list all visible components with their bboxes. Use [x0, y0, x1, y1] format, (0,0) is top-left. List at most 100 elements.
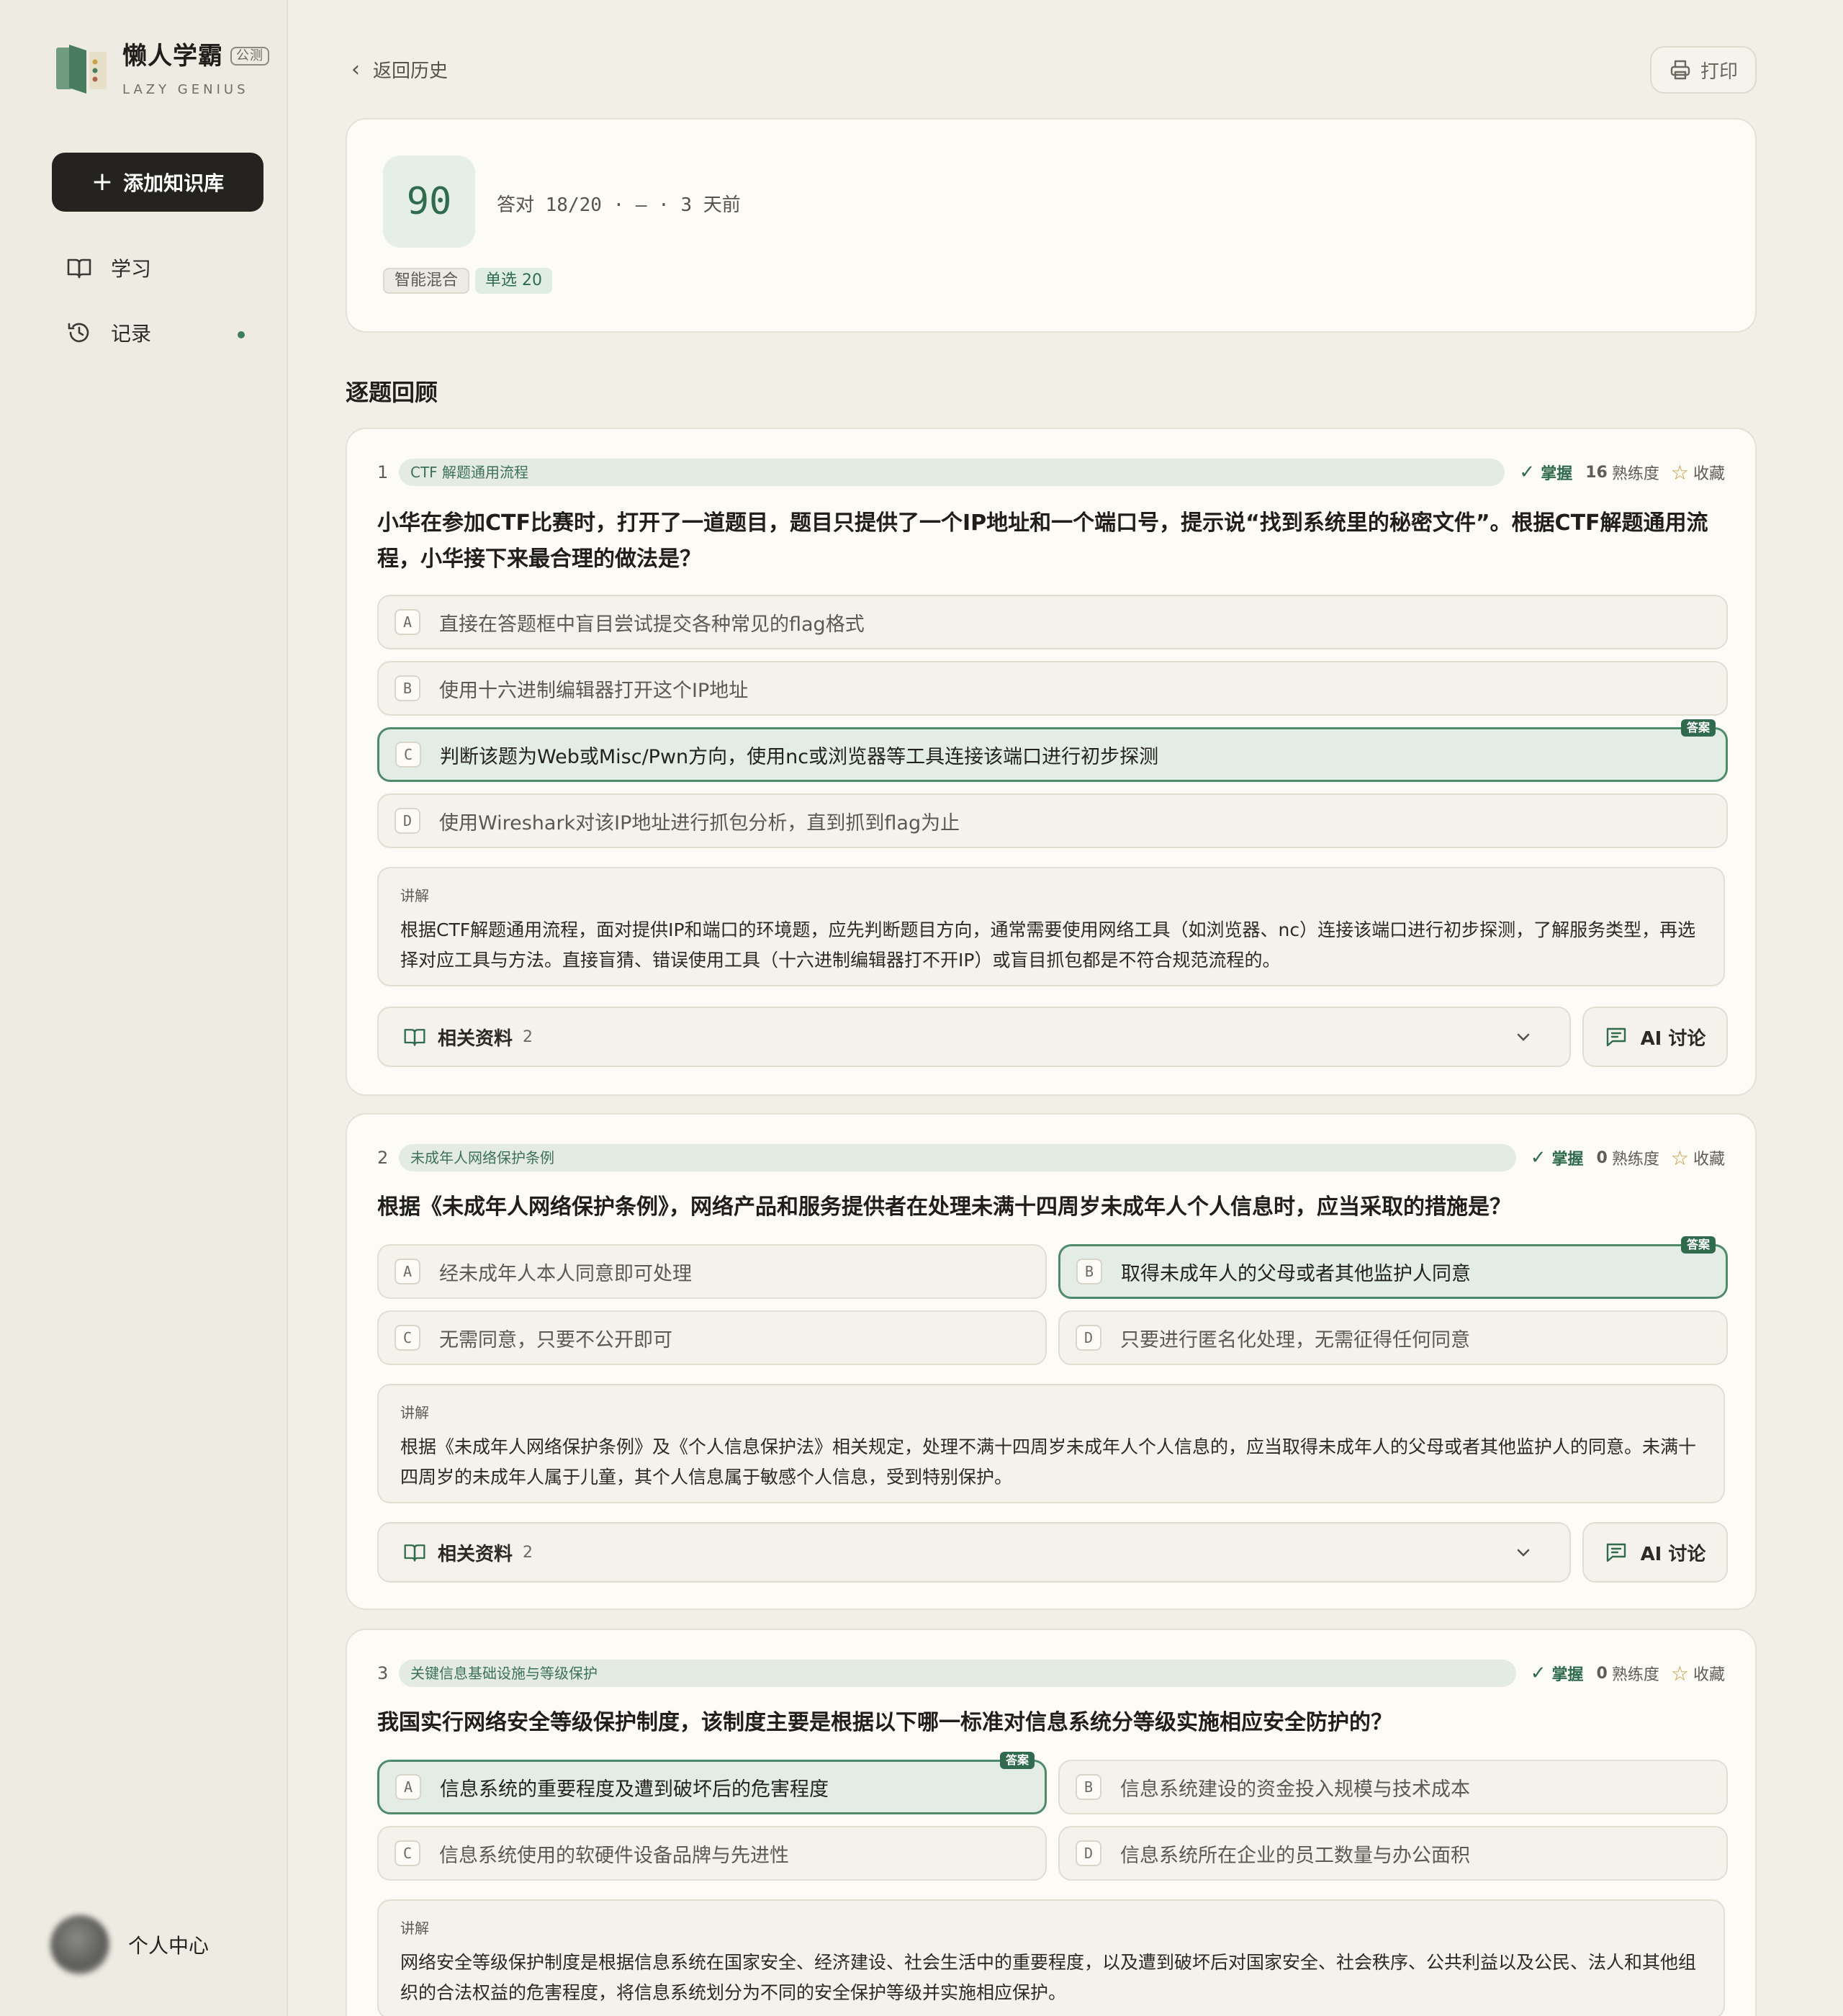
check-icon: ✓	[1519, 462, 1536, 483]
option-letter: D	[1076, 1840, 1101, 1866]
category-tag: 关键信息基础设施与等级保护	[399, 1660, 1516, 1687]
star-icon[interactable]: ☆	[1671, 1146, 1689, 1170]
add-knowledge-base-label: 添加知识库	[123, 171, 225, 195]
question-text: 小华在参加CTF比赛时，打开了一道题目，题目只提供了一个IP地址和一个端口号，提…	[377, 510, 1708, 572]
option-d[interactable]: D 信息系统所在企业的员工数量与办公面积	[1058, 1826, 1728, 1881]
sidebar-item-study[interactable]: 学习	[66, 253, 151, 282]
explanation-text: 根据CTF解题通用流程，面对提供IP和端口的环境题，应先判断题目方向，通常需要使…	[400, 919, 1696, 971]
back-to-history-link[interactable]: ‹ 返回历史	[351, 56, 448, 83]
ai-discuss-button[interactable]: AI 讨论	[1582, 1522, 1728, 1583]
print-button[interactable]: 打印	[1650, 46, 1757, 94]
explanation-label: 讲解	[400, 887, 429, 904]
question-number: 2	[377, 1148, 389, 1168]
option-text: 判断该题为Web或Misc/Pwn方向，使用nc或浏览器等工具连接该端口进行初步…	[440, 745, 1159, 768]
option-letter: B	[395, 675, 420, 701]
profile-label: 个人中心	[128, 1934, 209, 1958]
answer-badge: 答案	[999, 1752, 1035, 1769]
option-text: 信息系统的重要程度及遭到破坏后的危害程度	[440, 1778, 829, 1801]
option-text: 直接在答题框中盲目尝试提交各种常见的flag格式	[439, 613, 865, 636]
brand[interactable]: 懒人学霸 公测 LAZY GENIUS	[55, 40, 269, 97]
proficiency-label: 熟练度	[1611, 1151, 1659, 1169]
mastered-button[interactable]: 掌握	[1552, 1146, 1584, 1169]
book-icon	[404, 1544, 425, 1562]
chevron-down-icon	[1517, 1549, 1530, 1557]
avatar	[50, 1915, 109, 1974]
option-b[interactable]: B 使用十六进制编辑器打开这个IP地址	[377, 661, 1728, 716]
explanation-label: 讲解	[400, 1920, 429, 1937]
favorite-button[interactable]: 收藏	[1693, 1146, 1725, 1169]
explanation-text: 网络安全等级保护制度是根据信息系统在国家安全、经济建设、社会生活中的重要程度，以…	[400, 1952, 1697, 2003]
book-icon	[404, 1029, 425, 1046]
proficiency-value: 0	[1596, 1148, 1608, 1167]
star-icon[interactable]: ☆	[1671, 1662, 1689, 1686]
favorite-button[interactable]: 收藏	[1693, 461, 1725, 484]
star-icon[interactable]: ☆	[1671, 461, 1689, 485]
option-letter: D	[395, 808, 420, 834]
explanation-panel: 讲解 根据《未成年人网络保护条例》及《个人信息保护法》相关规定，处理不满十四周岁…	[377, 1384, 1725, 1503]
option-text: 信息系统建设的资金投入规模与技术成本	[1120, 1778, 1470, 1801]
related-resources-toggle[interactable]: 相关资料 2	[377, 1007, 1571, 1067]
sidebar: 懒人学霸 公测 LAZY GENIUS + 添加知识库 学习 记录 个人中心	[0, 0, 288, 2016]
explanation-panel: 讲解 根据CTF解题通用流程，面对提供IP和端口的环境题，应先判断题目方向，通常…	[377, 867, 1725, 986]
brand-name: 懒人学霸	[122, 42, 223, 71]
option-d[interactable]: D 使用Wireshark对该IP地址进行抓包分析，直到抓到flag为止	[377, 793, 1728, 848]
option-a[interactable]: A 信息系统的重要程度及遭到破坏后的危害程度 答案	[377, 1752, 1047, 1814]
question-text: 根据《未成年人网络保护条例》，网络产品和服务提供者在处理未满十四周岁未成年人个人…	[377, 1194, 1511, 1220]
history-icon	[68, 323, 89, 343]
question-header: 2 未成年人网络保护条例 ✓ 掌握 0 熟练度 ☆ 收藏	[377, 1143, 1725, 1172]
option-a[interactable]: A 经未成年人本人同意即可处理	[377, 1244, 1047, 1299]
proficiency-value: 0	[1596, 1664, 1608, 1683]
answer-badge: 答案	[1680, 1236, 1716, 1254]
explanation-label: 讲解	[400, 1404, 429, 1421]
chevron-down-icon	[1517, 1033, 1530, 1041]
option-c[interactable]: C 无需同意，只要不公开即可	[377, 1310, 1047, 1365]
option-a[interactable]: A 直接在答题框中盲目尝试提交各种常见的flag格式	[377, 595, 1728, 649]
category-tag: 未成年人网络保护条例	[399, 1144, 1516, 1171]
proficiency-label: 熟练度	[1611, 1666, 1659, 1684]
book-icon	[67, 258, 91, 279]
profile-link[interactable]: 个人中心	[50, 1915, 209, 1974]
question-type-tag: 单选 20	[475, 268, 552, 294]
check-icon: ✓	[1530, 1147, 1546, 1169]
score-summary-card: 90 答对 18/20 · — · 3 天前 智能混合 单选 20	[346, 118, 1757, 333]
question-card: 3 关键信息基础设施与等级保护 ✓ 掌握 0 熟练度 ☆ 收藏 我国实行网络安全…	[346, 1629, 1757, 2016]
option-b[interactable]: B 信息系统建设的资金投入规模与技术成本	[1058, 1760, 1728, 1814]
ai-discuss-button[interactable]: AI 讨论	[1582, 1007, 1728, 1067]
chat-icon	[1606, 1027, 1626, 1047]
active-indicator-dot	[238, 331, 245, 338]
question-text: 我国实行网络安全等级保护制度，该制度主要是根据以下哪一标准对信息系统分等级实施相…	[377, 1710, 1392, 1735]
option-letter: B	[1076, 1774, 1101, 1800]
chevron-left-icon: ‹	[351, 57, 360, 82]
option-text: 信息系统所在企业的员工数量与办公面积	[1120, 1844, 1470, 1867]
related-resources-label: 相关资料	[438, 1543, 513, 1565]
favorite-button[interactable]: 收藏	[1693, 1662, 1725, 1685]
check-icon: ✓	[1530, 1662, 1546, 1684]
proficiency-label: 熟练度	[1611, 465, 1659, 483]
related-resources-toggle[interactable]: 相关资料 2	[377, 1522, 1571, 1583]
ai-discuss-label: AI 讨论	[1640, 1543, 1706, 1565]
add-knowledge-base-button[interactable]: + 添加知识库	[52, 153, 263, 212]
mastered-button[interactable]: 掌握	[1541, 461, 1572, 484]
printer-icon	[1670, 60, 1690, 80]
question-number: 1	[377, 462, 389, 482]
explanation-panel: 讲解 网络安全等级保护制度是根据信息系统在国家安全、经济建设、社会生活中的重要程…	[377, 1899, 1725, 2016]
logo-icon	[56, 45, 107, 94]
option-b[interactable]: B 取得未成年人的父母或者其他监护人同意 答案	[1058, 1236, 1728, 1299]
back-label: 返回历史	[373, 60, 449, 82]
question-card: 2 未成年人网络保护条例 ✓ 掌握 0 熟练度 ☆ 收藏 根据《未成年人网络保护…	[346, 1113, 1757, 1610]
option-letter: C	[395, 1325, 420, 1351]
section-title: 逐题回顾	[346, 379, 438, 406]
option-c[interactable]: C 信息系统使用的软硬件设备品牌与先进性	[377, 1826, 1047, 1881]
option-text: 信息系统使用的软硬件设备品牌与先进性	[439, 1844, 789, 1867]
category-tag: CTF 解题通用流程	[399, 459, 1505, 486]
related-resources-label: 相关资料	[438, 1027, 513, 1050]
option-text: 经未成年人本人同意即可处理	[439, 1262, 692, 1285]
option-c[interactable]: C 判断该题为Web或Misc/Pwn方向，使用nc或浏览器等工具连接该端口进行…	[377, 719, 1728, 782]
option-text: 使用十六进制编辑器打开这个IP地址	[439, 679, 749, 702]
option-letter: C	[395, 1840, 420, 1866]
option-text: 取得未成年人的父母或者其他监护人同意	[1121, 1262, 1471, 1285]
sidebar-item-records[interactable]: 记录	[66, 318, 151, 347]
option-d[interactable]: D 只要进行匿名化处理，无需征得任何同意	[1058, 1310, 1728, 1365]
mastered-button[interactable]: 掌握	[1552, 1662, 1584, 1685]
question-number: 3	[377, 1663, 389, 1683]
